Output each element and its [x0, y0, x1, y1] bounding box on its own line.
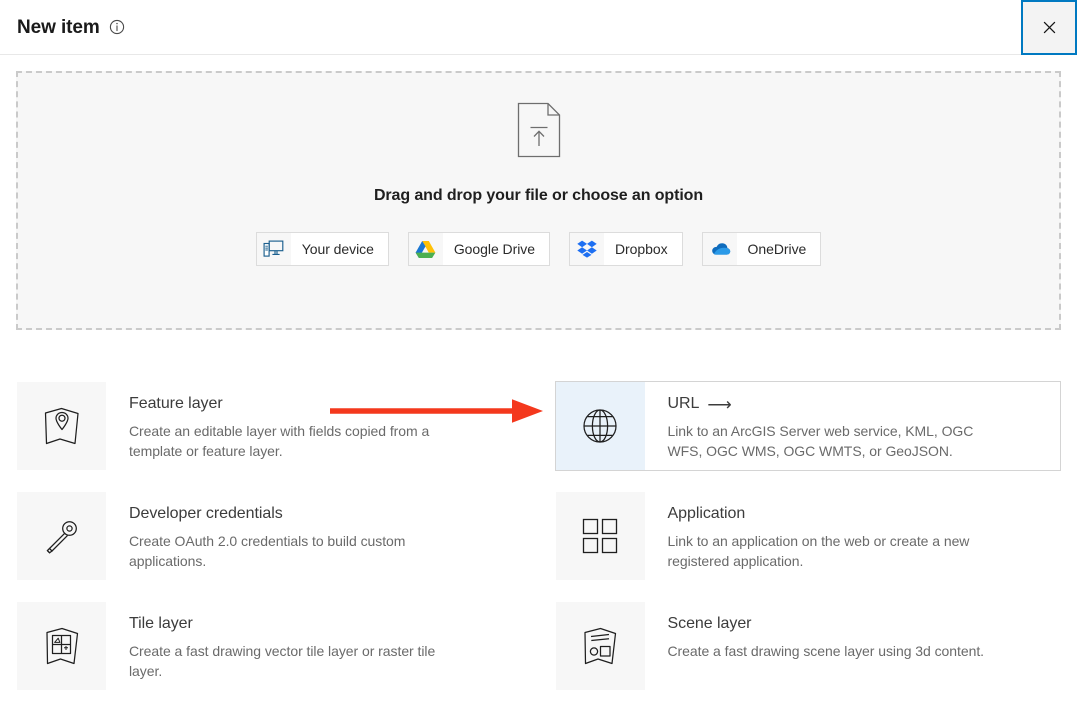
- desktop-computer-icon: [256, 233, 291, 265]
- item-type-card-tile-layer[interactable]: Tile layer Create a fast drawing vector …: [16, 601, 523, 691]
- card-title-row: Feature layer: [129, 395, 461, 413]
- item-type-card-developer-credentials[interactable]: Developer credentials Create OAuth 2.0 c…: [16, 491, 523, 581]
- card-title-row: Application: [668, 505, 1000, 523]
- source-button-dropbox[interactable]: Dropbox: [568, 232, 683, 266]
- card-title-row: URL ⟶: [668, 395, 1000, 413]
- source-button-label: Google Drive: [453, 241, 535, 257]
- card-title: Tile layer: [129, 615, 193, 632]
- item-type-card-scene-layer[interactable]: Scene layer Create a fast drawing scene …: [555, 601, 1062, 691]
- close-button[interactable]: [1021, 0, 1077, 55]
- card-body: Tile layer Create a fast drawing vector …: [106, 602, 461, 690]
- card-title-arrow: ⟶: [707, 394, 732, 414]
- card-title: URL: [667, 395, 700, 412]
- dropzone-prompt: Drag and drop your file or choose an opt…: [373, 187, 704, 204]
- source-button-group: Your device Google Drive Dropbox OneDriv…: [255, 232, 822, 266]
- card-title-row: Tile layer: [129, 615, 461, 633]
- page-title: New item: [17, 16, 100, 38]
- card-title-row: Developer credentials: [129, 505, 461, 523]
- close-icon: [1042, 20, 1057, 35]
- card-description: Create OAuth 2.0 credentials to build cu…: [129, 533, 406, 570]
- card-description: Create an editable layer with fields cop…: [129, 423, 430, 460]
- grid-squares-icon: [555, 492, 645, 580]
- card-description: Create a fast drawing vector tile layer …: [129, 643, 436, 680]
- info-circle-icon[interactable]: [109, 19, 125, 35]
- card-body: Scene layer Create a fast drawing scene …: [645, 602, 985, 690]
- source-button-google-drive[interactable]: Google Drive: [407, 232, 550, 266]
- source-button-label: Your device: [301, 241, 374, 257]
- source-button-onedrive[interactable]: OneDrive: [701, 232, 822, 266]
- card-body: URL ⟶ Link to an ArcGIS Server web servi…: [645, 382, 1000, 470]
- file-upload-icon: [517, 102, 561, 158]
- card-description: Link to an ArcGIS Server web service, KM…: [667, 423, 974, 460]
- tile-layer-icon: [17, 602, 106, 690]
- globe-icon: [555, 382, 645, 470]
- card-body: Feature layer Create an editable layer w…: [106, 382, 461, 470]
- scene-layer-icon: [555, 602, 645, 690]
- source-button-your-device[interactable]: Your device: [255, 232, 389, 266]
- map-pin-layer-icon: [17, 382, 106, 470]
- item-type-card-application[interactable]: Application Link to an application on th…: [555, 491, 1062, 581]
- card-body: Application Link to an application on th…: [645, 492, 1000, 580]
- card-title: Developer credentials: [129, 505, 283, 522]
- card-title: Scene layer: [667, 615, 752, 632]
- header-title-group: New item: [0, 18, 125, 37]
- dropbox-icon: [569, 233, 604, 265]
- file-dropzone[interactable]: Drag and drop your file or choose an opt…: [16, 71, 1061, 330]
- modal-header: New item: [0, 0, 1077, 55]
- card-description: Create a fast drawing scene layer using …: [667, 643, 985, 660]
- key-icon: [17, 492, 106, 580]
- card-body: Developer credentials Create OAuth 2.0 c…: [106, 492, 461, 580]
- card-description: Link to an application on the web or cre…: [667, 533, 970, 570]
- card-title: Feature layer: [129, 395, 223, 412]
- source-button-label: OneDrive: [747, 241, 807, 257]
- onedrive-icon: [702, 233, 737, 265]
- card-title: Application: [667, 505, 746, 522]
- card-title-row: Scene layer: [668, 615, 985, 633]
- item-type-card-url[interactable]: URL ⟶ Link to an ArcGIS Server web servi…: [554, 381, 1061, 471]
- item-type-card-feature-layer[interactable]: Feature layer Create an editable layer w…: [16, 381, 523, 471]
- source-button-label: Dropbox: [614, 241, 668, 257]
- google-drive-icon: [408, 233, 443, 265]
- item-type-grid: Feature layer Create an editable layer w…: [16, 381, 1061, 691]
